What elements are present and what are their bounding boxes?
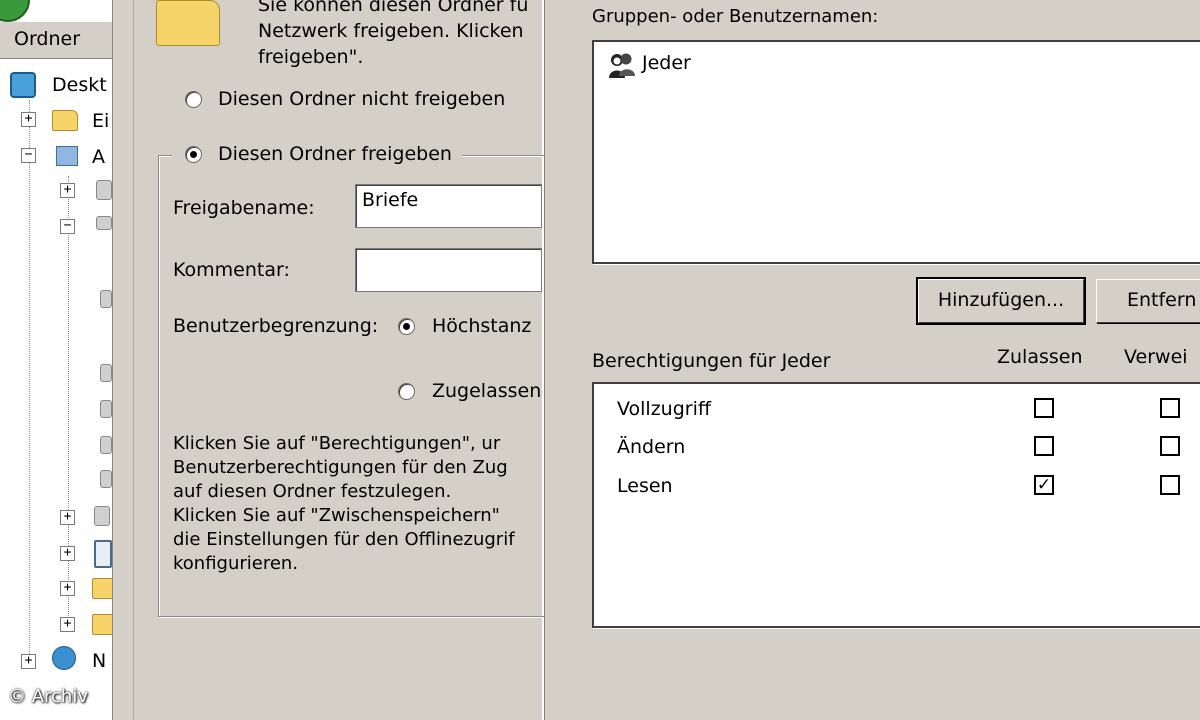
user-entry-jeder[interactable]: Jeder xyxy=(642,52,691,74)
tree-expander-minus[interactable]: − xyxy=(21,148,36,163)
pane-splitter[interactable] xyxy=(113,0,134,720)
network-drive-icon xyxy=(94,506,110,526)
sharing-intro-text: Sie können diesen Ordner fü Netzwerk fre… xyxy=(258,0,529,68)
groups-users-label: Gruppen- oder Benutzernamen: xyxy=(592,6,879,27)
tree-item-arbeitsplatz[interactable]: A xyxy=(92,146,105,168)
folder-pane-header: Ordner xyxy=(0,22,112,59)
share-name-input[interactable]: Briefe xyxy=(355,184,542,228)
folder-icon xyxy=(92,614,112,635)
computer-icon xyxy=(56,146,78,166)
shared-folder-icon xyxy=(156,0,220,46)
tree-connector-line xyxy=(29,100,30,660)
subfolder-icon xyxy=(100,364,112,382)
comment-input[interactable] xyxy=(355,248,542,292)
network-icon xyxy=(52,646,76,670)
control-panel-icon xyxy=(94,540,112,568)
tree-expander-plus[interactable]: + xyxy=(60,581,75,596)
allow-full-control-checkbox[interactable] xyxy=(1034,398,1054,418)
tree-expander-plus[interactable]: + xyxy=(21,654,36,669)
allow-column-header: Zulassen xyxy=(997,346,1083,368)
tree-item-netzwerk[interactable]: N xyxy=(92,650,106,672)
tree-item-eigene[interactable]: Ei xyxy=(92,110,109,132)
radio-max-users-label[interactable]: Höchstanz xyxy=(432,315,531,337)
tree-item-desktop[interactable]: Deskt xyxy=(52,74,107,96)
radio-allowed-users-label[interactable]: Zugelassen xyxy=(432,380,541,402)
deny-read-checkbox[interactable] xyxy=(1160,475,1180,495)
deny-full-control-checkbox[interactable] xyxy=(1160,398,1180,418)
comment-label: Kommentar: xyxy=(173,259,290,281)
share-name-label: Freigabename: xyxy=(173,197,315,219)
drive-icon xyxy=(96,180,112,200)
cd-drive-icon xyxy=(96,216,112,230)
tree-expander-plus[interactable]: + xyxy=(60,546,75,561)
add-button[interactable]: Hinzufügen... xyxy=(916,277,1086,325)
user-limit-label: Benutzerbegrenzung: xyxy=(173,315,379,337)
copyright-watermark: © Archiv xyxy=(8,686,88,707)
tree-expander-plus[interactable]: + xyxy=(60,510,75,525)
radio-do-not-share-label[interactable]: Diesen Ordner nicht freigeben xyxy=(218,88,505,110)
radio-share-folder[interactable] xyxy=(185,146,202,163)
user-group-icon xyxy=(609,53,635,78)
tree-expander-minus[interactable]: − xyxy=(60,219,75,234)
allow-change-checkbox[interactable] xyxy=(1034,436,1054,456)
subfolder-icon xyxy=(100,400,112,418)
subfolder-icon xyxy=(100,470,112,488)
permission-name-read: Lesen xyxy=(617,475,673,497)
folder-tree-pane: Ordner Deskt + Ei − A + − + + + + + N © … xyxy=(0,0,113,720)
subfolder-icon xyxy=(100,436,112,454)
permission-name-change: Ändern xyxy=(617,436,686,458)
app-orb-icon xyxy=(0,0,30,22)
radio-max-users[interactable] xyxy=(398,318,415,335)
radio-allowed-users[interactable] xyxy=(398,383,415,400)
deny-column-header: Verwei xyxy=(1124,346,1188,368)
permission-name-full-control: Vollzugriff xyxy=(617,398,711,420)
deny-change-checkbox[interactable] xyxy=(1160,436,1180,456)
desktop-icon xyxy=(10,72,36,98)
folder-icon xyxy=(92,578,112,599)
tree-expander-plus[interactable]: + xyxy=(60,617,75,632)
radio-do-not-share[interactable] xyxy=(185,91,202,108)
folder-icon xyxy=(52,110,78,131)
subfolder-icon xyxy=(100,290,112,308)
remove-button[interactable]: Entfern xyxy=(1096,279,1200,323)
tree-expander-plus[interactable]: + xyxy=(21,112,36,127)
tree-expander-plus[interactable]: + xyxy=(60,183,75,198)
sharing-help-text: Klicken Sie auf "Berechtigungen", ur Ben… xyxy=(173,433,515,574)
allow-read-checkbox[interactable]: ✓ xyxy=(1034,475,1054,495)
radio-share-folder-label[interactable]: Diesen Ordner freigeben xyxy=(218,143,452,165)
permissions-for-label: Berechtigungen für Jeder xyxy=(592,350,831,372)
folder-pane-title: Ordner xyxy=(14,28,81,50)
